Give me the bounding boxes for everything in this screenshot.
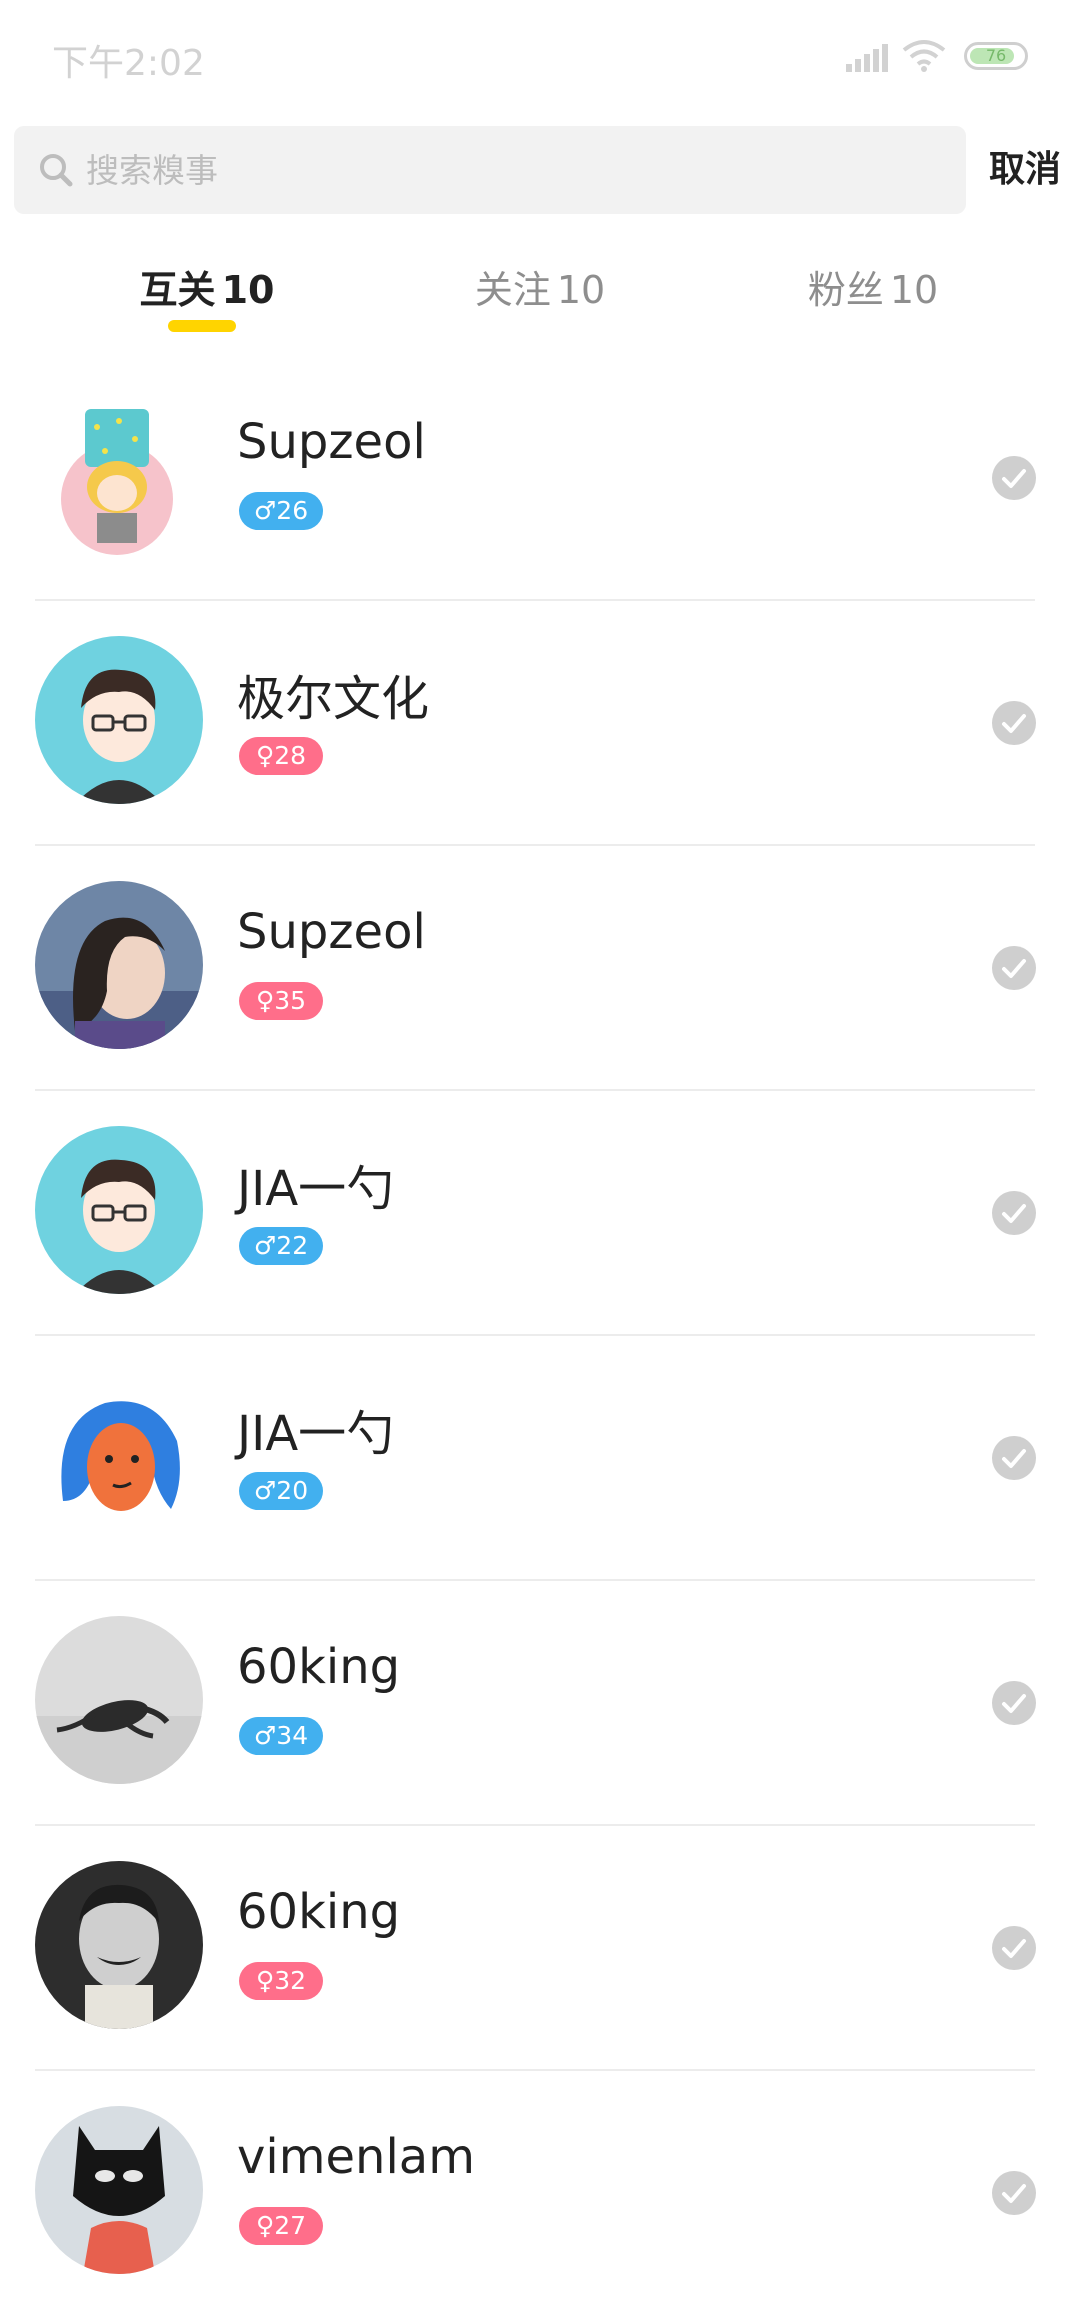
- gender-age-badge: ♀35: [239, 982, 323, 1020]
- female-icon: ♀: [255, 986, 275, 1015]
- tab-count: 10: [221, 268, 275, 312]
- male-icon: ♂: [253, 1476, 277, 1505]
- check-icon[interactable]: [992, 1926, 1036, 1970]
- user-row[interactable]: vimenlam ♀27: [0, 2071, 1080, 2316]
- user-row[interactable]: JIA一勺 ♂22: [0, 1091, 1080, 1336]
- avatar-photo-girl: [35, 881, 203, 1049]
- user-age: 26: [276, 496, 309, 525]
- user-name: JIA一勺: [237, 1161, 395, 1217]
- tab-bar: 互关 10 关注 10 粉丝 10: [0, 250, 1080, 340]
- active-tab-indicator: [168, 320, 236, 332]
- user-name: 极尔文化: [237, 671, 430, 727]
- tab-label: 粉丝: [807, 268, 884, 312]
- male-icon: ♂: [253, 496, 277, 525]
- user-row[interactable]: 极尔文化 ♀28: [0, 601, 1080, 846]
- tab-count: 10: [889, 268, 939, 312]
- wifi-icon: [902, 40, 946, 72]
- user-row[interactable]: JIA一勺 ♂20: [0, 1336, 1080, 1581]
- check-icon[interactable]: [992, 946, 1036, 990]
- user-row[interactable]: Supzeol ♀35: [0, 846, 1080, 1091]
- user-row[interactable]: Supzeol ♂26: [0, 356, 1080, 601]
- avatar-cartoon-blue-hair: [35, 1371, 203, 1539]
- gender-age-badge: ♂22: [239, 1227, 323, 1265]
- check-icon[interactable]: [992, 701, 1036, 745]
- tab-count: 10: [556, 268, 606, 312]
- check-icon[interactable]: [992, 1436, 1036, 1480]
- check-icon[interactable]: [992, 1191, 1036, 1235]
- user-name: vimenlam: [237, 2129, 475, 2185]
- gender-age-badge: ♀32: [239, 1962, 323, 2000]
- user-age: 35: [274, 986, 307, 1015]
- user-name: 60king: [237, 1639, 401, 1695]
- cancel-button[interactable]: 取消: [980, 140, 1070, 200]
- battery-icon: 76: [964, 42, 1028, 70]
- female-icon: ♀: [255, 2211, 275, 2240]
- status-time: 下午2:02: [52, 43, 205, 84]
- avatar-photo-turtle: [35, 1616, 203, 1784]
- gender-age-badge: ♂20: [239, 1472, 323, 1510]
- gender-age-badge: ♂26: [239, 492, 323, 530]
- avatar-cartoon-boy: [35, 1126, 203, 1294]
- signal-icon: [846, 44, 888, 72]
- user-name: JIA一勺: [237, 1406, 395, 1462]
- gender-age-badge: ♂34: [239, 1717, 323, 1755]
- tab-following[interactable]: 关注 10: [372, 250, 708, 340]
- search-input[interactable]: [86, 126, 946, 214]
- user-age: 34: [276, 1721, 309, 1750]
- user-age: 20: [276, 1476, 309, 1505]
- user-age: 22: [276, 1231, 309, 1260]
- male-icon: ♂: [253, 1231, 277, 1260]
- tab-fans[interactable]: 粉丝 10: [705, 250, 1041, 340]
- avatar-cartoon-girl: [35, 391, 203, 559]
- male-icon: ♂: [253, 1721, 277, 1750]
- search-bar[interactable]: [14, 126, 966, 214]
- battery-level: 76: [985, 46, 1007, 65]
- status-bar: 下午2:02 76: [0, 0, 1080, 120]
- female-icon: ♀: [255, 1966, 275, 1995]
- search-icon: [40, 154, 73, 187]
- user-age: 28: [274, 741, 307, 770]
- check-icon[interactable]: [992, 456, 1036, 500]
- female-icon: ♀: [255, 741, 275, 770]
- tab-label: 互关: [139, 268, 216, 312]
- avatar-cartoon-boy: [35, 636, 203, 804]
- user-row[interactable]: 60king ♀32: [0, 1826, 1080, 2071]
- avatar-photo-masked: [35, 2106, 203, 2274]
- gender-age-badge: ♀27: [239, 2207, 323, 2245]
- user-age: 32: [274, 1966, 307, 1995]
- check-icon[interactable]: [992, 1681, 1036, 1725]
- tab-label: 关注: [474, 268, 551, 312]
- check-icon[interactable]: [992, 2171, 1036, 2215]
- user-name: Supzeol: [237, 904, 426, 960]
- user-name: Supzeol: [237, 414, 426, 470]
- user-name: 60king: [237, 1884, 401, 1940]
- user-age: 27: [274, 2211, 307, 2240]
- avatar-photo-portrait: [35, 1861, 203, 2029]
- gender-age-badge: ♀28: [239, 737, 323, 775]
- user-row[interactable]: 60king ♂34: [0, 1581, 1080, 1826]
